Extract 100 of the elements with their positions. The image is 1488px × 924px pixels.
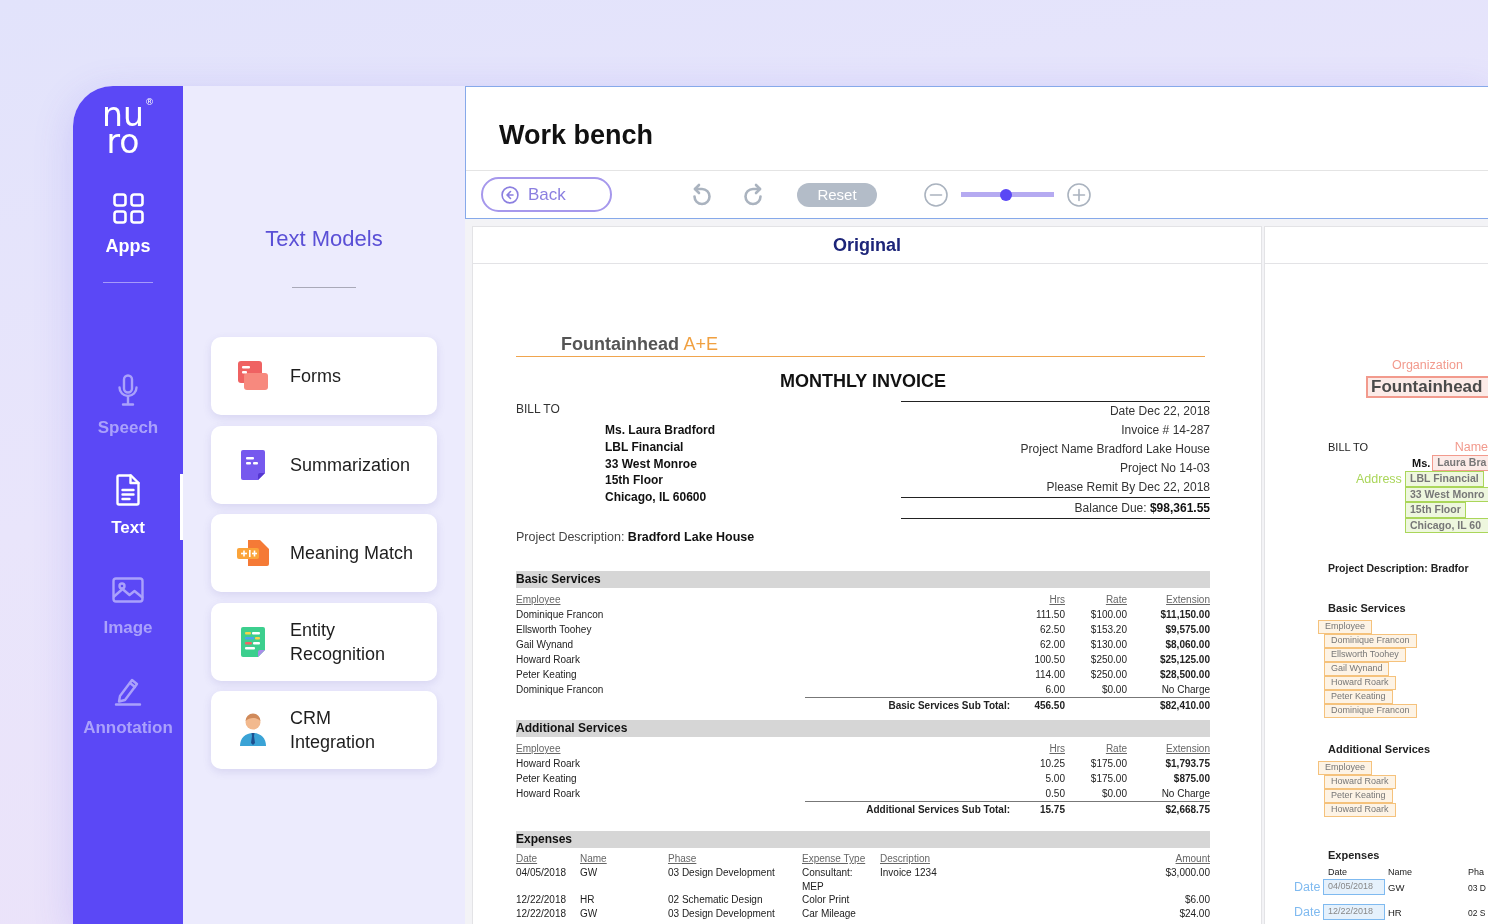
- column-header: Extension: [1166, 594, 1210, 605]
- table-cell-text: Howard Roark: [516, 757, 580, 771]
- slider-thumb[interactable]: [999, 188, 1012, 201]
- column-header: Hrs: [1049, 743, 1065, 754]
- table-cell-text: $8,060.00: [1164, 638, 1210, 652]
- column-header: Employee: [516, 594, 561, 605]
- table-cell-text: $0.00: [1100, 787, 1127, 801]
- back-button[interactable]: Back: [481, 177, 612, 212]
- table-cell-text: 03 Design Development: [668, 906, 776, 920]
- column-header: Date: [1328, 867, 1347, 877]
- table-cell: Invoice 1234: [880, 867, 937, 878]
- pane-title: Original: [833, 234, 901, 256]
- table-cell-text: 6.00: [1044, 683, 1065, 697]
- table-cell-text: 15.75: [1038, 803, 1065, 817]
- table-cell-text: $28,500.00: [1158, 668, 1210, 682]
- table-cell-text: $175.00: [1089, 772, 1127, 786]
- entity-highlight: Dominique Francon: [1324, 704, 1417, 718]
- panel-title: Text Models: [265, 225, 383, 253]
- table-cell-text: Car Mileage: [802, 906, 857, 920]
- tag-icon: [236, 539, 270, 567]
- entity-label: Date: [1294, 879, 1322, 895]
- apps-nav-item[interactable]: Apps: [105, 193, 151, 258]
- table-cell-text: GW: [580, 906, 599, 920]
- table-cell-text: Consultant: MEP: [802, 866, 854, 893]
- table-cell-text: No Charge: [1160, 787, 1210, 801]
- table-cell-text: $130.00: [1089, 638, 1127, 652]
- table-cell: 02 S: [1468, 907, 1486, 918]
- table-cell-text: 62.50: [1038, 623, 1065, 637]
- table-cell-text: 12/22/2018: [516, 906, 568, 920]
- section-header: Expenses: [516, 831, 1210, 848]
- entity-highlight: 12/22/2018: [1323, 904, 1385, 920]
- column-header: Name: [1388, 867, 1412, 877]
- section-title: Basic Services: [1328, 601, 1407, 616]
- company-suffix: A+E: [683, 334, 718, 354]
- table-cell-text: Peter Keating: [516, 668, 577, 682]
- entity-highlight: LBL Financial: [1405, 471, 1484, 487]
- project-description: Project Description: Bradford Lake House: [516, 530, 755, 544]
- invoice-detail: Invoice # 14-287: [1121, 422, 1210, 439]
- entity-highlight: 04/05/2018: [1323, 879, 1385, 895]
- table-cell-text: 62.00: [1038, 638, 1065, 652]
- table-cell-text: $24.00: [1178, 906, 1210, 920]
- entity-highlight: 33 West Monro: [1405, 487, 1488, 502]
- model-card[interactable]: Entity Recognition: [211, 602, 437, 681]
- section-header: Additional Services: [516, 720, 1210, 737]
- table-cell-text: $153.20: [1089, 623, 1127, 637]
- table-cell-text: 12/22/2018: [516, 893, 568, 907]
- table-cell-text: Dominique Francon: [516, 683, 604, 697]
- table-cell-text: 111.50: [1034, 608, 1065, 622]
- person-icon: [239, 713, 267, 747]
- column-header: Hrs: [1049, 594, 1065, 605]
- entity-highlight: Howard Roark: [1324, 775, 1396, 789]
- table-cell-text: HR: [580, 893, 596, 907]
- table-cell-text: $11,150.00: [1159, 608, 1210, 622]
- column-header: Rate: [1105, 743, 1127, 754]
- column-header: Amount: [1175, 853, 1210, 864]
- table-cell-text: 0.50: [1044, 787, 1065, 801]
- apps-grid-icon: [112, 193, 144, 224]
- table-cell-text: Howard Roark: [516, 787, 580, 801]
- table-cell-text: 5.00: [1044, 772, 1065, 786]
- column-header: Phase: [668, 853, 697, 864]
- bill-to-label: BILL TO: [1328, 440, 1369, 455]
- table-cell-text: $250.00: [1089, 668, 1127, 682]
- document-icon: [115, 474, 141, 506]
- table-cell-text: $100.00: [1089, 608, 1127, 622]
- column-header: Pha: [1468, 867, 1484, 877]
- subtotal-label: Additional Services Sub Total:: [865, 803, 1010, 817]
- invoice-detail: Project No 14-03: [1119, 460, 1210, 477]
- section-header: Basic Services: [516, 571, 1210, 588]
- invoice-title: MONTHLY INVOICE: [779, 370, 947, 392]
- entity-highlight: Howard Roark: [1324, 676, 1396, 690]
- table-cell-text: $6.00: [1183, 893, 1210, 907]
- table-cell-text: $2,668.75: [1164, 803, 1210, 817]
- nav-item[interactable]: Text: [73, 474, 183, 540]
- model-card[interactable]: Meaning Match: [211, 514, 437, 592]
- table-cell: HR: [1388, 906, 1402, 918]
- list-document-icon: [240, 625, 266, 658]
- model-card[interactable]: Forms: [211, 337, 437, 415]
- table-cell-text: 02 Schematic Design: [668, 893, 764, 907]
- table-cell-text: 04/05/2018: [516, 866, 568, 880]
- column-header: Expense Type: [802, 853, 866, 864]
- table-cell-text: $875.00: [1172, 772, 1210, 786]
- form-icon: [237, 360, 269, 392]
- column-header: Extension: [1166, 743, 1210, 754]
- entity-label: Name: [1454, 439, 1488, 455]
- entity-highlight: Peter Keating: [1324, 789, 1393, 803]
- table-cell-text: $82,410.00: [1158, 699, 1210, 713]
- entity-label: Address: [1356, 471, 1403, 488]
- entity-highlight: Peter Keating: [1324, 690, 1393, 704]
- table-cell-text: Howard Roark: [516, 653, 580, 667]
- zoom-out-icon[interactable]: [924, 182, 948, 207]
- zoom-in-icon[interactable]: [1067, 182, 1091, 207]
- entity-highlight: 15th Floor: [1405, 502, 1466, 518]
- address-line: 33 West Monroe: [605, 455, 697, 473]
- section-title: Additional Services: [1328, 742, 1432, 757]
- model-card[interactable]: CRM Integration: [211, 691, 437, 769]
- entity-label: Date: [1294, 904, 1322, 920]
- entity-highlight: Chicago, IL 60: [1405, 518, 1488, 533]
- table-cell-text: GW: [580, 866, 599, 880]
- model-card[interactable]: Summarization: [211, 425, 437, 504]
- balance-due: Balance Due: $98,361.55: [901, 497, 1210, 519]
